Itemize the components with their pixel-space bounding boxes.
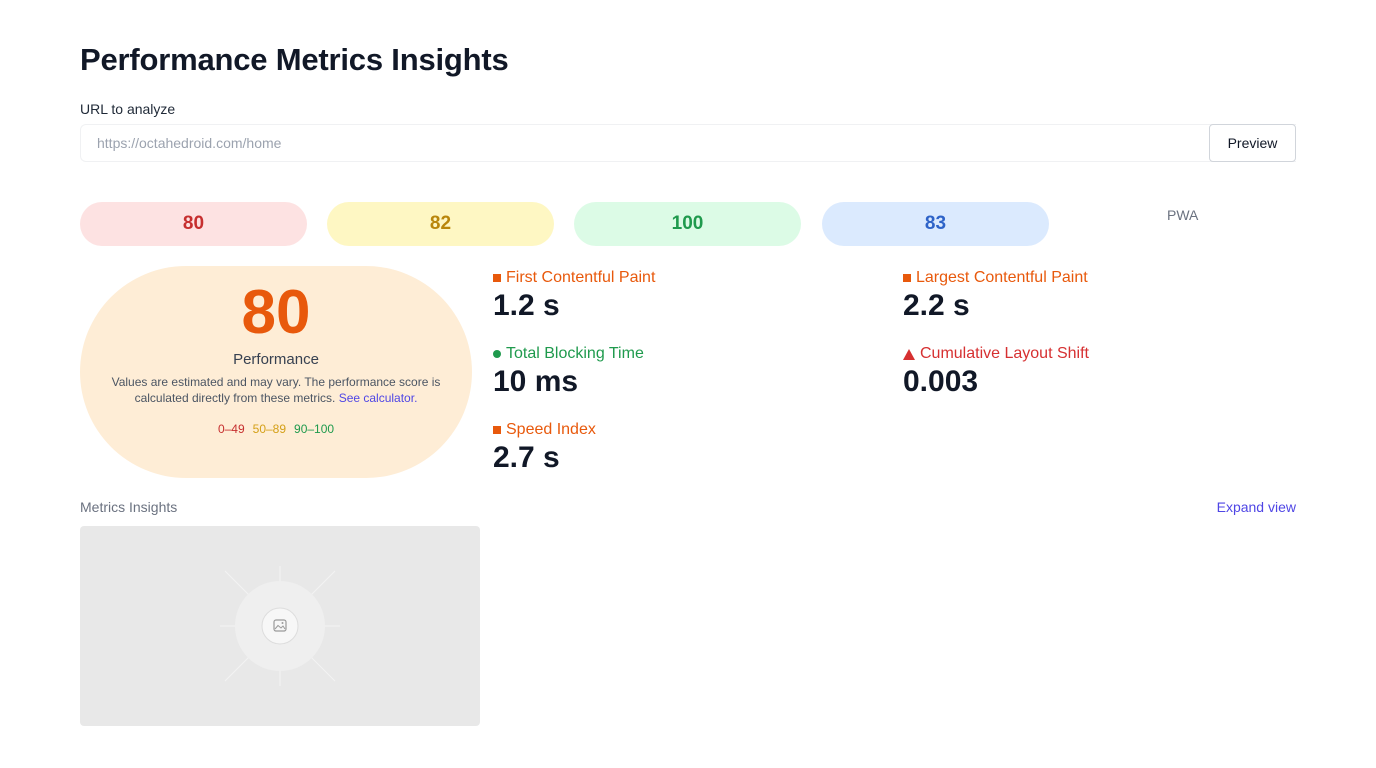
url-form: Preview <box>80 124 1296 162</box>
metric-si: Speed Index 2.7 s <box>493 421 596 475</box>
metric-name: Cumulative Layout Shift <box>920 345 1089 362</box>
red-triangle-icon <box>903 348 915 360</box>
metric-value: 10 ms <box>493 365 579 398</box>
score-pill-4[interactable]: 83 <box>822 202 1049 246</box>
legend-average: 50–89 <box>252 422 287 436</box>
image-placeholder-icon <box>220 566 340 686</box>
performance-description: Values are estimated and may vary. The p… <box>100 374 452 406</box>
metric-tbt: Total Blocking Time 10 ms <box>493 345 644 399</box>
insights-image-placeholder <box>80 526 480 726</box>
preview-button[interactable]: Preview <box>1209 124 1296 162</box>
page-title: Performance Metrics Insights <box>80 42 509 77</box>
url-input[interactable] <box>81 125 1210 161</box>
performance-label: Performance <box>233 351 319 368</box>
score-pill-3[interactable]: 100 <box>574 202 801 246</box>
metric-value: 2.2 s <box>903 289 970 322</box>
green-circle-icon <box>493 350 501 358</box>
pwa-label[interactable]: PWA <box>1167 207 1198 223</box>
metrics-insights-label: Metrics Insights <box>80 499 178 515</box>
url-label: URL to analyze <box>80 101 176 117</box>
metric-lcp: Largest Contentful Paint 2.2 s <box>903 269 1088 323</box>
metric-name: Speed Index <box>506 421 596 438</box>
expand-view-link[interactable]: Expand view <box>1217 499 1296 515</box>
orange-square-icon <box>493 274 501 282</box>
orange-square-icon <box>903 274 911 282</box>
page: Performance Metrics Insights URL to anal… <box>0 0 1376 768</box>
metric-value: 0.003 <box>903 365 979 398</box>
performance-gauge: 80 Performance Values are estimated and … <box>80 266 472 478</box>
metric-value: 1.2 s <box>493 289 560 322</box>
score-pill-1[interactable]: 80 <box>80 202 307 246</box>
orange-square-icon <box>493 426 501 434</box>
score-legend: 0–49 50–89 90–100 <box>80 422 472 436</box>
see-calculator-link[interactable]: See calculator. <box>339 391 418 405</box>
legend-good: 90–100 <box>294 422 335 436</box>
legend-poor: 0–49 <box>217 422 245 436</box>
metric-cls: Cumulative Layout Shift 0.003 <box>903 345 1089 399</box>
metric-value: 2.7 s <box>493 441 560 474</box>
metric-name: First Contentful Paint <box>506 269 656 286</box>
metric-name: Total Blocking Time <box>506 345 644 362</box>
metric-fcp: First Contentful Paint 1.2 s <box>493 269 655 323</box>
metric-name: Largest Contentful Paint <box>916 269 1088 286</box>
score-pill-2[interactable]: 82 <box>327 202 554 246</box>
performance-score: 80 <box>241 278 311 347</box>
